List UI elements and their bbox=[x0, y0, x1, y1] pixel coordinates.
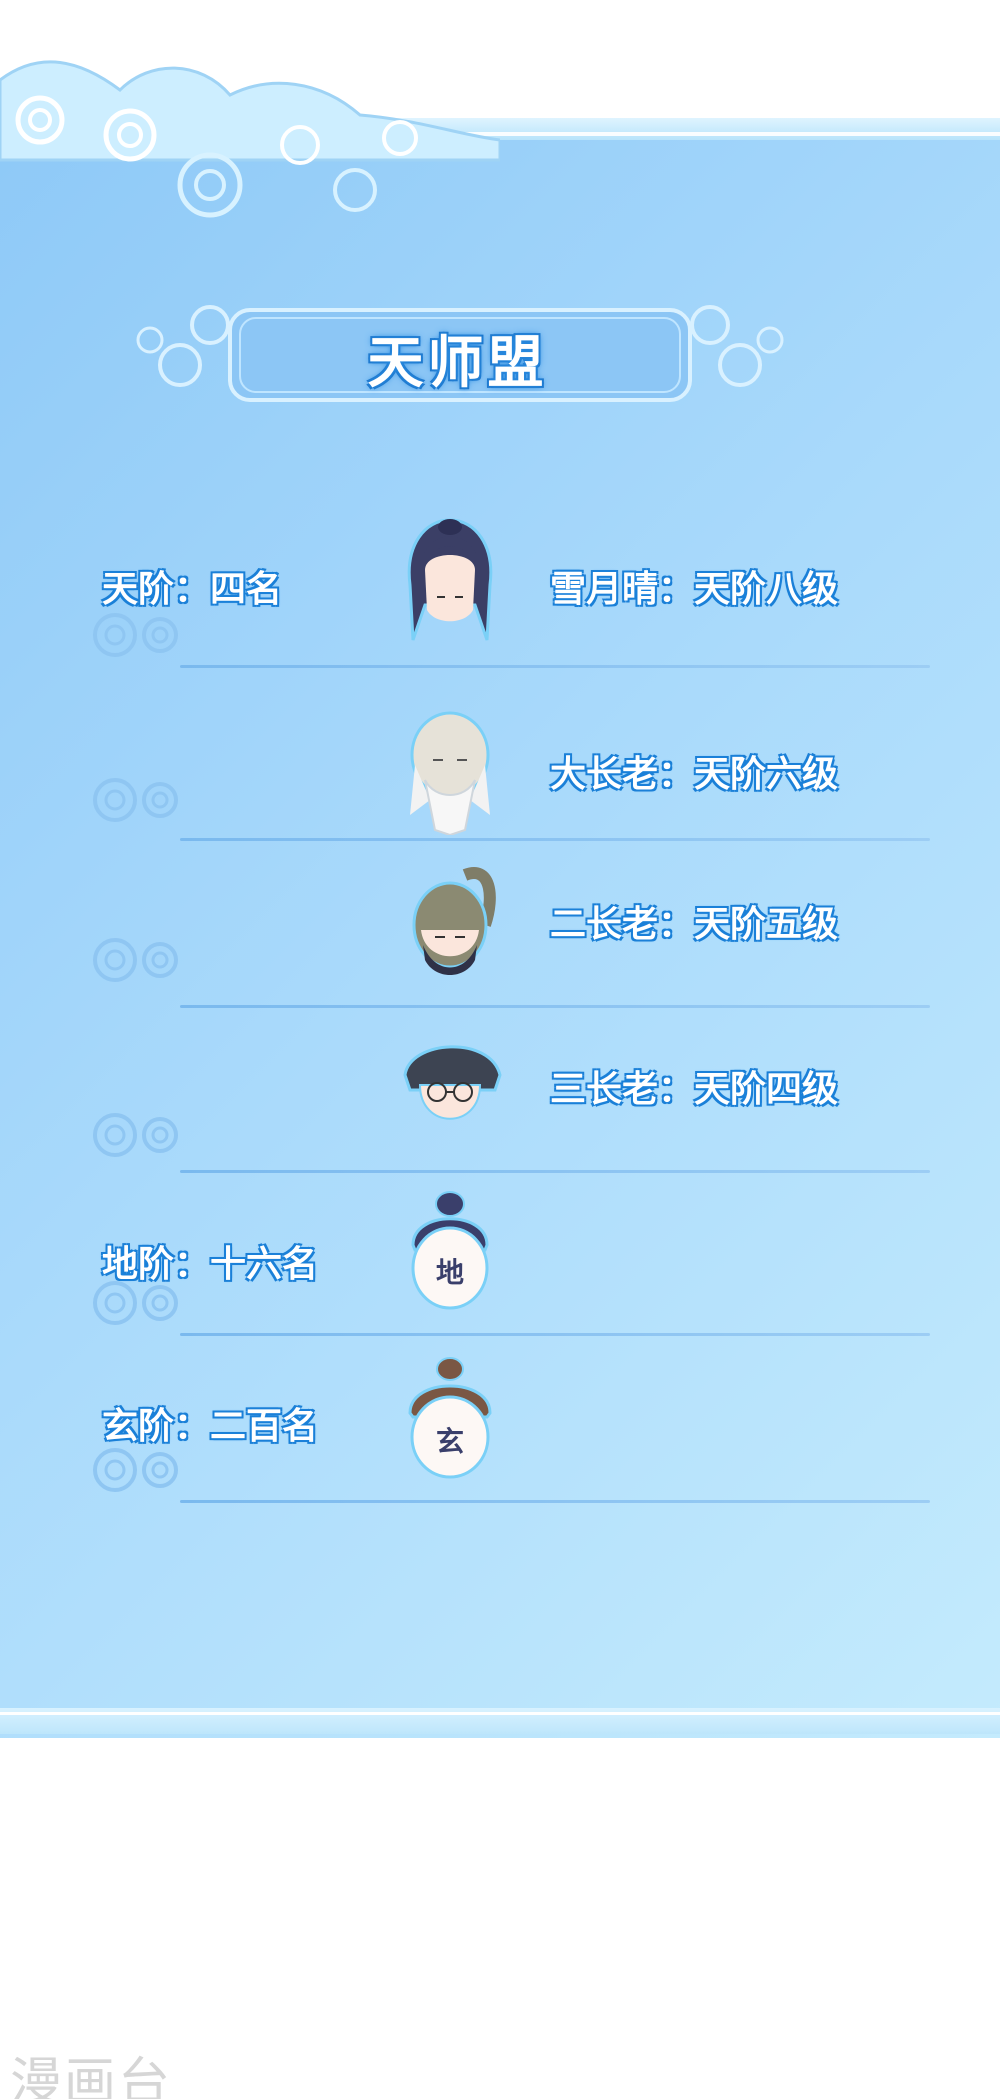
face-char: 玄 bbox=[436, 1425, 464, 1458]
page-title: 天师盟 bbox=[367, 331, 548, 396]
swirl-ornament-icon bbox=[93, 1448, 178, 1492]
swirl-ornament-icon bbox=[93, 1113, 178, 1157]
list-row: 地阶：十六名 地 bbox=[0, 1190, 1000, 1340]
member-label: 雪月晴：天阶八级 bbox=[550, 569, 839, 610]
list-row: 大长老：天阶六级 bbox=[0, 695, 1000, 845]
row-divider bbox=[180, 1333, 930, 1336]
glasses-man-avatar-icon bbox=[403, 1045, 502, 1120]
swirl-ornament-icon bbox=[93, 1281, 178, 1325]
xuan-face-avatar-icon: 玄 bbox=[408, 1357, 492, 1479]
member-label: 二长老：天阶五级 bbox=[550, 904, 839, 945]
face-char: 地 bbox=[436, 1256, 464, 1289]
list-row: 二长老：天阶五级 bbox=[0, 865, 1000, 1015]
list-row: 三长老：天阶四级 bbox=[0, 1030, 1000, 1180]
swirl-ornament-icon bbox=[93, 938, 178, 982]
member-label: 三长老：天阶四级 bbox=[550, 1069, 839, 1110]
row-divider bbox=[180, 665, 930, 668]
masked-ponytail-avatar-icon bbox=[412, 867, 496, 975]
swirl-ornament-icon bbox=[93, 778, 178, 822]
long-haired-woman-avatar-icon bbox=[407, 518, 493, 641]
di-face-avatar-icon: 地 bbox=[411, 1191, 489, 1310]
panel-bottom-divider bbox=[0, 1712, 1000, 1715]
row-divider bbox=[180, 838, 930, 841]
list-row: 玄阶：二百名 玄 bbox=[0, 1355, 1000, 1505]
list-row: 天阶：四名 雪月晴：天阶八级 bbox=[0, 510, 1000, 668]
row-divider bbox=[180, 1170, 930, 1173]
cloud-swirl-icon bbox=[0, 60, 500, 218]
old-bearded-elder-avatar-icon bbox=[410, 711, 490, 835]
swirl-ornament-icon bbox=[93, 613, 178, 657]
member-label: 大长老：天阶六级 bbox=[550, 754, 839, 795]
row-divider bbox=[180, 1500, 930, 1503]
row-divider bbox=[180, 1005, 930, 1008]
watermark: 漫画台 bbox=[10, 2053, 173, 2099]
